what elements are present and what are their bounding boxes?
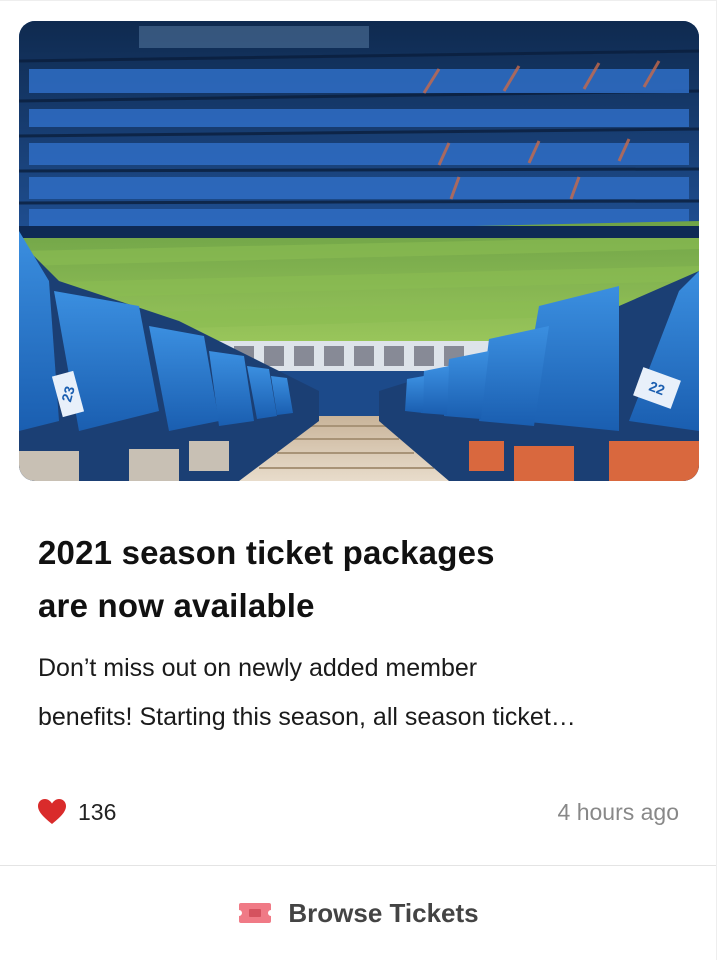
article-description: Don’t miss out on newly added member ben…	[38, 644, 683, 742]
browse-tickets-label: Browse Tickets	[288, 897, 479, 928]
like-count: 136	[78, 798, 117, 825]
title-line-2: are now available	[38, 587, 315, 624]
ticket-icon	[239, 903, 272, 923]
browse-tickets-button[interactable]: Browse Tickets	[0, 866, 717, 960]
description-line-2: benefits! Starting this season, all seas…	[38, 703, 576, 731]
description-line-1: Don’t miss out on newly added member	[38, 654, 478, 682]
stadium-image: 23 22	[19, 21, 699, 481]
news-card[interactable]: 23 22 2021 season ticket packages are no…	[0, 0, 717, 960]
timestamp: 4 hours ago	[557, 798, 679, 825]
like-button[interactable]: 136	[38, 799, 116, 826]
heart-icon[interactable]	[38, 799, 66, 825]
card-meta: 136 4 hours ago	[38, 790, 679, 834]
stadium-illustration: 23 22	[19, 21, 699, 481]
article-title[interactable]: 2021 season ticket packages are now avai…	[38, 526, 678, 632]
title-line-1: 2021 season ticket packages	[38, 534, 495, 571]
